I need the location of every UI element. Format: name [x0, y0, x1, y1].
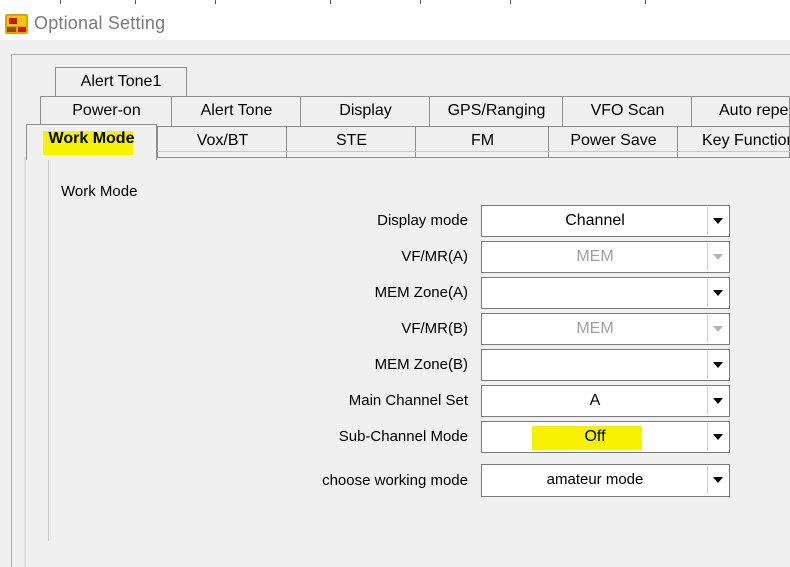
- working-mode-select[interactable]: amateur mode: [481, 464, 730, 497]
- groupbox-title: Work Mode: [58, 183, 141, 200]
- dropdown-button: [707, 315, 728, 343]
- tab-auto-repeat[interactable]: Auto repeat: [691, 96, 790, 128]
- mem-zone-a-select[interactable]: [481, 277, 730, 309]
- dropdown-button: [707, 243, 728, 271]
- window-title: Optional Setting: [34, 13, 166, 33]
- label-main-channel-set: Main Channel Set: [348, 392, 468, 409]
- main-channel-set-value: A: [589, 392, 601, 409]
- dropdown-button[interactable]: [707, 279, 728, 307]
- sub-channel-mode-select[interactable]: Off: [481, 421, 730, 453]
- tab-vfo-scan[interactable]: VFO Scan: [562, 96, 693, 128]
- field-labels: Display mode VF/MR(A) MEM Zone(A) VF/MR(…: [200, 0, 468, 567]
- vf-mr-a-select: MEM: [481, 241, 730, 273]
- dropdown-button[interactable]: [707, 466, 728, 494]
- chevron-down-icon: [713, 398, 723, 404]
- chevron-down-icon: [713, 218, 723, 224]
- label-working-mode: choose working mode: [322, 472, 468, 489]
- mem-zone-a-value: [482, 278, 708, 308]
- chevron-down-icon: [713, 254, 723, 260]
- chevron-down-icon: [713, 290, 723, 296]
- chevron-down-icon: [713, 326, 723, 332]
- dropdown-button[interactable]: [707, 351, 728, 379]
- tab-baseline-left: [24, 157, 26, 567]
- label-mem-zone-b: MEM Zone(B): [374, 356, 468, 373]
- tab-alert-tone1[interactable]: Alert Tone1: [55, 67, 187, 99]
- dropdown-button[interactable]: [707, 207, 728, 235]
- chevron-down-icon: [713, 362, 723, 368]
- vf-mr-b-value: MEM: [576, 320, 614, 337]
- label-display-mode: Display mode: [377, 212, 468, 229]
- tab-work-mode[interactable]: Work Mode: [26, 124, 157, 160]
- sub-channel-mode-value: Off: [584, 428, 606, 445]
- mem-zone-b-select[interactable]: [481, 349, 730, 381]
- chevron-down-icon: [713, 477, 723, 483]
- chevron-down-icon: [713, 434, 723, 440]
- vf-mr-a-value: MEM: [576, 248, 614, 265]
- label-sub-channel-mode: Sub-Channel Mode: [338, 428, 468, 445]
- mem-zone-b-value: [482, 350, 708, 380]
- display-mode-select[interactable]: Channel: [481, 205, 730, 237]
- dropdown-button[interactable]: [707, 423, 728, 451]
- dropdown-button[interactable]: [707, 387, 728, 415]
- main-channel-set-select[interactable]: A: [481, 385, 730, 417]
- label-vf-mr-a: VF/MR(A): [401, 248, 468, 265]
- vf-mr-b-select: MEM: [481, 313, 730, 345]
- label-mem-zone-a: MEM Zone(A): [374, 284, 468, 301]
- app-radio-icon: [5, 14, 28, 34]
- working-mode-value: amateur mode: [546, 471, 644, 488]
- display-mode-value: Channel: [565, 212, 625, 229]
- label-vf-mr-b: VF/MR(B): [401, 320, 468, 337]
